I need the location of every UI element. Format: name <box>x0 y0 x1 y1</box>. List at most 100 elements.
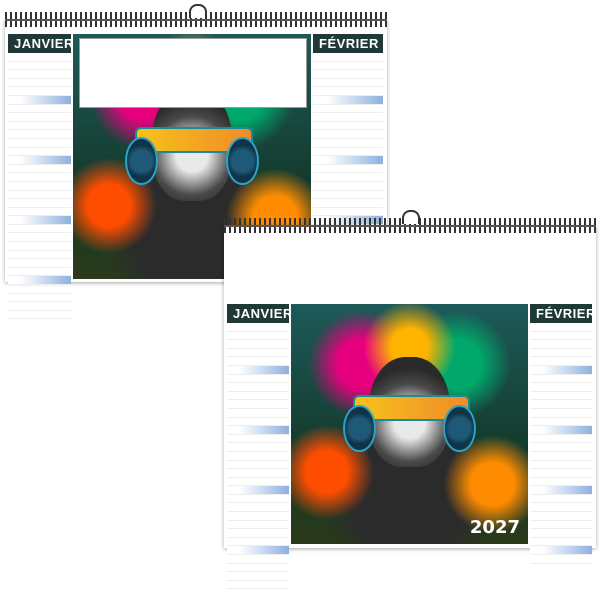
day-row <box>530 495 592 504</box>
day-row <box>227 495 289 504</box>
day-row <box>227 452 289 461</box>
day-row <box>227 486 289 495</box>
month-title: FÉVRIER <box>313 34 383 53</box>
day-row <box>227 435 289 444</box>
day-row <box>227 564 289 573</box>
headphone-right <box>226 136 259 185</box>
day-row <box>8 242 71 251</box>
day-row <box>227 555 289 564</box>
day-row <box>8 216 71 225</box>
day-row <box>530 443 592 452</box>
day-row <box>227 572 289 581</box>
day-row <box>227 538 289 547</box>
day-row <box>530 452 592 461</box>
day-row <box>530 538 592 547</box>
day-row <box>8 87 71 96</box>
day-row <box>227 546 289 556</box>
day-row <box>8 122 71 131</box>
day-row <box>313 182 383 191</box>
day-row <box>8 62 71 71</box>
year-label: 2027 <box>469 517 520 538</box>
day-row <box>530 435 592 444</box>
day-row <box>530 400 592 409</box>
day-row <box>8 294 71 303</box>
day-row <box>530 469 592 478</box>
day-row <box>227 409 289 418</box>
day-row <box>227 521 289 530</box>
day-row <box>8 311 71 320</box>
day-row <box>227 529 289 538</box>
day-row <box>227 365 289 375</box>
day-row <box>8 182 71 191</box>
day-row <box>530 340 592 349</box>
day-row <box>313 95 383 105</box>
day-row <box>530 375 592 384</box>
day-list <box>227 323 289 589</box>
day-row <box>313 208 383 217</box>
day-row <box>227 512 289 521</box>
day-row <box>8 173 71 182</box>
day-row <box>8 139 71 148</box>
month-title: JANVIER <box>227 304 292 323</box>
day-row <box>227 340 289 349</box>
month-column-right: FÉVRIER <box>530 304 595 564</box>
day-row <box>530 521 592 530</box>
day-row <box>8 105 71 114</box>
month-title: JANVIER <box>8 34 73 53</box>
day-row <box>227 443 289 452</box>
day-row <box>313 122 383 131</box>
month-column-left: JANVIER <box>8 34 73 320</box>
day-row <box>530 392 592 401</box>
day-row <box>313 191 383 200</box>
day-row <box>8 148 71 157</box>
headphone-left <box>343 404 376 452</box>
day-row <box>530 426 592 435</box>
hanger-hook <box>402 210 420 224</box>
day-row <box>530 349 592 358</box>
day-row <box>8 113 71 122</box>
day-row <box>227 469 289 478</box>
day-row <box>530 529 592 538</box>
day-row <box>227 392 289 401</box>
custom-text-box <box>79 38 307 108</box>
day-row <box>8 285 71 294</box>
day-row <box>313 173 383 182</box>
day-row <box>530 409 592 418</box>
day-list <box>530 323 592 564</box>
day-row <box>530 486 592 495</box>
day-row <box>227 418 289 427</box>
day-row <box>530 461 592 470</box>
day-row <box>530 512 592 521</box>
headphone-left <box>125 136 158 185</box>
day-row <box>8 156 71 165</box>
day-list <box>8 53 71 320</box>
day-row <box>313 139 383 148</box>
month-column-left: JANVIER <box>227 304 292 589</box>
day-row <box>313 199 383 208</box>
day-row <box>530 555 592 564</box>
day-row <box>8 251 71 260</box>
day-row <box>8 130 71 139</box>
day-row <box>8 233 71 243</box>
day-row <box>313 156 383 165</box>
day-row <box>8 79 71 88</box>
day-row <box>8 53 71 62</box>
day-row <box>8 199 71 208</box>
day-row <box>530 365 592 375</box>
day-row <box>8 276 71 286</box>
day-row <box>530 357 592 366</box>
calendar-front: JANVIER 2027 FÉVRIER <box>224 210 596 589</box>
day-row <box>313 105 383 114</box>
day-row <box>8 268 71 277</box>
day-row <box>8 225 71 234</box>
day-row <box>530 323 592 332</box>
day-row <box>8 302 71 311</box>
day-row <box>227 375 289 384</box>
day-row <box>530 418 592 427</box>
day-row <box>313 148 383 157</box>
day-row <box>313 79 383 88</box>
artwork-image: 2027 <box>291 304 528 544</box>
day-row <box>313 113 383 122</box>
day-row <box>8 165 71 174</box>
day-row <box>8 95 71 105</box>
